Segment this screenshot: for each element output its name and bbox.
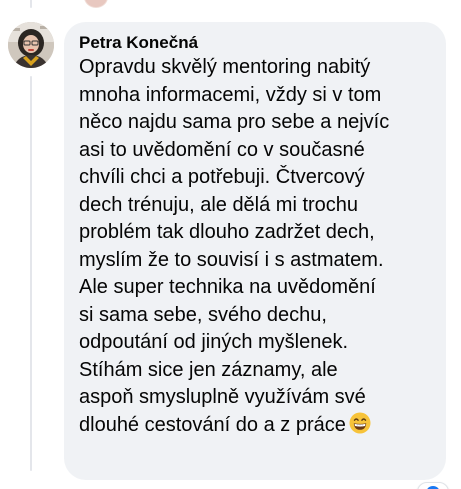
comment-text-line: Ale super technika na uvědomění <box>79 276 376 298</box>
comment-text-line: si sama sebe, svého dechu, <box>79 303 327 326</box>
comment-text-line: mnoha informacemi, vždy si v tom <box>79 83 382 106</box>
reaction-badge[interactable] <box>417 482 449 489</box>
comment-bubble: Petra Konečná Opravdu skvělý mentoring n… <box>64 22 446 480</box>
comment-text-line: chvíli chci a potřebuji. Čtvercový <box>79 166 365 188</box>
comment-text-line: myslím že to souvisí i s astmatem. <box>79 248 384 271</box>
comment-text-line: něco najdu sama pro sebe a nejvíc <box>79 111 390 133</box>
grinning-face-with-smiling-eyes-icon <box>349 412 371 443</box>
comment-text-line: dlouhé cestování do a z práce <box>79 413 346 436</box>
comment-text-line: aspoň smysluplně využívám své <box>79 386 366 408</box>
avatar-photo-icon <box>8 22 54 68</box>
comment-text-line: dech trénuju, ale dělá mi trochu <box>79 193 359 216</box>
comment-text-line-last: dlouhé cestování do a z práce <box>79 412 432 443</box>
comment-text: Opravdu skvělý mentoring nabitý mnoha in… <box>79 54 432 442</box>
previous-thread-line <box>30 0 32 8</box>
comment-author[interactable]: Petra Konečná <box>79 32 432 53</box>
comment-text-line: problém tak dlouho zadržet dech, <box>79 221 375 243</box>
previous-avatar[interactable] <box>84 0 108 8</box>
thread-line <box>30 76 32 471</box>
comment-text-line: Opravdu skvělý mentoring nabitý <box>79 56 371 78</box>
comment-text-line: asi to uvědomění co v současné <box>79 138 365 161</box>
comment-text-line: odpoutání od jiných myšlenek. <box>79 331 349 353</box>
avatar[interactable] <box>8 22 54 68</box>
comment-text-line: Stíhám sice jen záznamy, ale <box>79 358 338 381</box>
